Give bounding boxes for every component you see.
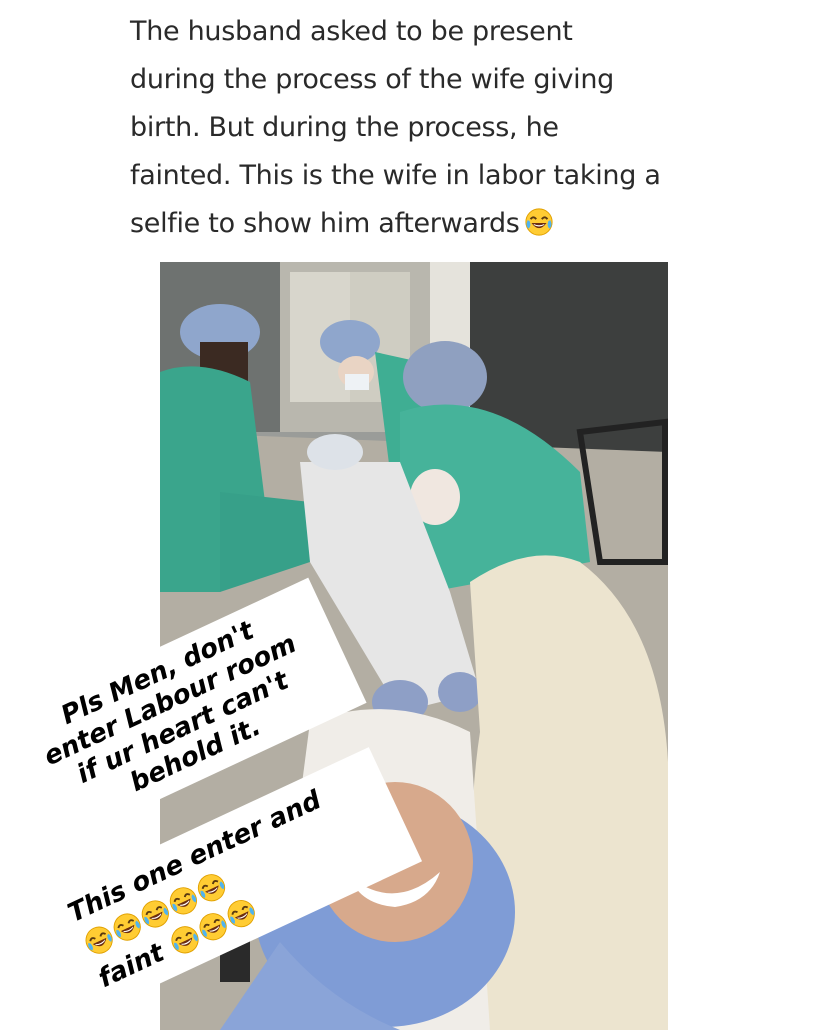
caption-line: The husband asked to be present <box>130 16 573 47</box>
caption-line: during the process of the wife giving <box>130 64 614 95</box>
face-with-tears-of-joy-icon <box>524 207 554 237</box>
caption-line: birth. But during the process, he <box>130 112 559 143</box>
caption-line: fainted. This is the wife in labor takin… <box>130 160 661 191</box>
caption-text: The husband asked to be present during t… <box>130 8 730 248</box>
caption-line-last: selfie to show him afterwards <box>130 200 730 248</box>
caption-line-text: selfie to show him afterwards <box>130 208 520 239</box>
